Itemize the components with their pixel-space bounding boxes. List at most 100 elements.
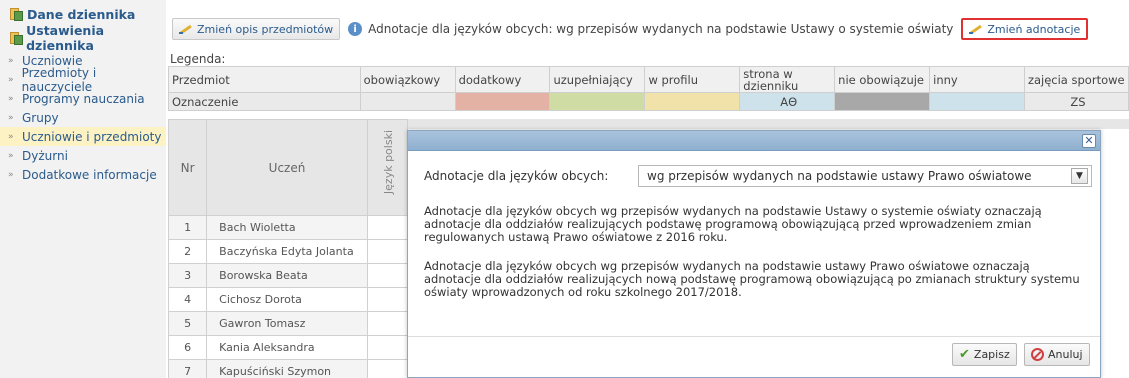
- row-nr: 6: [167, 335, 208, 360]
- row-lang-cell[interactable]: [366, 359, 409, 378]
- row-nr: 7: [167, 359, 208, 378]
- legend-label: Legenda:: [170, 52, 226, 66]
- table-row[interactable]: 1 Bach Wioletta: [167, 215, 409, 240]
- sidebar-item-label: Dyżurni: [22, 148, 68, 163]
- swatch-strona: AΘ: [739, 92, 836, 111]
- swatch-nie-obowiazuje: [834, 92, 931, 111]
- change-description-label: Zmień opis przedmiotów: [197, 22, 334, 36]
- toolbar: Zmień opis przedmiotów i Adnotacje dla j…: [172, 18, 1089, 40]
- double-chevron-icon: »: [8, 131, 14, 142]
- table-row[interactable]: 4 Cichosz Dorota: [167, 287, 409, 312]
- sidebar-item-dodatkowe[interactable]: » Dodatkowe informacje: [0, 165, 166, 184]
- dialog-divider: [408, 336, 1100, 337]
- swatch-dodatkowy: [454, 92, 551, 111]
- annotation-info-text: Adnotacje dla języków obcych: wg przepis…: [368, 22, 954, 36]
- swatch-obowiazkowy: [359, 92, 456, 111]
- double-chevron-icon: »: [8, 55, 14, 66]
- table-row[interactable]: 7 Kapuściński Szymon: [167, 359, 409, 378]
- sidebar-item-przedmioty[interactable]: » Przedmioty i nauczyciele: [0, 66, 166, 94]
- cancel-button[interactable]: Anuluj: [1024, 343, 1090, 366]
- row-student-name: Gawron Tomasz: [206, 311, 368, 336]
- row-nr: 5: [167, 311, 208, 336]
- double-chevron-icon: »: [8, 93, 14, 104]
- row-student-name: Cichosz Dorota: [206, 287, 368, 312]
- legend-marking-label: Oznaczenie: [168, 92, 361, 111]
- info-icon: i: [348, 22, 363, 36]
- row-nr: 2: [167, 239, 208, 264]
- legend-table: Przedmiot obowiązkowy dodatkowy uzupełni…: [168, 66, 1129, 111]
- swatch-inny: [929, 92, 1025, 111]
- save-label: Zapisz: [973, 348, 1010, 361]
- row-lang-cell[interactable]: [366, 263, 409, 288]
- change-description-button[interactable]: Zmień opis przedmiotów: [172, 18, 341, 40]
- cancel-label: Anuluj: [1048, 348, 1083, 361]
- sidebar-heading-ustawienia[interactable]: Ustawienia dziennika: [0, 23, 166, 53]
- annotation-field-label: Adnotacje dla języków obcych:: [424, 169, 609, 183]
- sidebar-item-label: Przedmioty i nauczyciele: [21, 65, 97, 94]
- sidebar-item-label: Uczniowie i przedmioty: [22, 129, 162, 144]
- row-student-name: Kapuściński Szymon: [206, 359, 368, 378]
- pencil-icon: [179, 24, 193, 34]
- annotation-select-value: wg przepisów wydanych na podstawie ustaw…: [647, 169, 1032, 183]
- chevron-down-icon[interactable]: ▼: [1071, 168, 1088, 184]
- double-chevron-icon: »: [8, 74, 14, 85]
- legend-header-strona: strona w dzienniku: [739, 66, 836, 93]
- sidebar-item-label: Dodatkowe informacje: [22, 167, 157, 182]
- lang-header-cell: Język polski: [366, 119, 409, 216]
- student-header: Uczeń: [206, 119, 368, 216]
- row-student-name: Baczyńska Edyta Jolanta: [206, 239, 368, 264]
- legend-header-obowiazkowy: obowiązkowy: [359, 66, 456, 93]
- legend-header-dodatkowy: dodatkowy: [454, 66, 551, 93]
- table-row[interactable]: 5 Gawron Tomasz: [167, 311, 409, 336]
- sidebar-item-programy[interactable]: » Programy nauczania: [0, 89, 166, 108]
- app-root: Dane dziennika Ustawienia dziennika » Uc…: [0, 0, 1129, 378]
- swatch-zajecia-sportowe: ZS: [1023, 92, 1129, 111]
- row-student-name: Kania Aleksandra: [206, 335, 368, 360]
- sidebar-heading-dane[interactable]: Dane dziennika: [0, 3, 166, 25]
- description-paragraph-2: Adnotacje dla języków obcych wg przepisó…: [424, 259, 1080, 299]
- row-nr: 3: [167, 263, 208, 288]
- legend-marking-row: Oznaczenie AΘ ZS: [168, 92, 1129, 111]
- row-student-name: Bach Wioletta: [206, 215, 368, 240]
- swatch-uzupelniajacy: [549, 92, 646, 111]
- lang-header: Język polski: [381, 130, 395, 195]
- dialog-titlebar: ✕: [408, 131, 1100, 151]
- save-button[interactable]: ✔ Zapisz: [952, 343, 1017, 366]
- students-table: Nr Uczeń Język polski 1 Bach Wioletta 2 …: [167, 119, 409, 378]
- close-icon[interactable]: ✕: [1082, 134, 1096, 148]
- cancel-icon: [1031, 348, 1044, 361]
- double-chevron-icon: »: [8, 169, 14, 180]
- legend-header-nie-obowiazuje: nie obowiązuje: [834, 66, 931, 93]
- legend-header-row: Przedmiot obowiązkowy dodatkowy uzupełni…: [168, 66, 1129, 93]
- students-header-row: Nr Uczeń Język polski: [167, 119, 409, 216]
- row-lang-cell[interactable]: [366, 239, 409, 264]
- row-lang-cell[interactable]: [366, 287, 409, 312]
- pencil-icon: [969, 24, 983, 34]
- row-lang-cell[interactable]: [366, 311, 409, 336]
- legend-header-zajecia-sportowe: zajęcia sportowe: [1023, 66, 1129, 93]
- row-lang-cell[interactable]: [366, 335, 409, 360]
- change-annotations-label: Zmień adnotacje: [987, 22, 1081, 36]
- legend-header-przedmiot: Przedmiot: [168, 66, 361, 93]
- row-nr: 4: [167, 287, 208, 312]
- swatch-w-profilu: [644, 92, 741, 111]
- table-row[interactable]: 3 Borowska Beata: [167, 263, 409, 288]
- table-row[interactable]: 2 Baczyńska Edyta Jolanta: [167, 239, 409, 264]
- sidebar: Dane dziennika Ustawienia dziennika » Uc…: [0, 0, 166, 378]
- sidebar-item-grupy[interactable]: » Grupy: [0, 108, 166, 127]
- change-annotations-button[interactable]: Zmień adnotacje: [961, 18, 1089, 40]
- annotation-select[interactable]: wg przepisów wydanych na podstawie ustaw…: [638, 165, 1092, 187]
- row-lang-cell[interactable]: [366, 215, 409, 240]
- sidebar-item-uczniowie-przedmioty[interactable]: » Uczniowie i przedmioty: [0, 127, 166, 146]
- row-student-name: Borowska Beata: [206, 263, 368, 288]
- double-chevron-icon: »: [8, 150, 14, 161]
- sidebar-item-dyzurni[interactable]: » Dyżurni: [0, 146, 166, 165]
- row-nr: 1: [167, 215, 208, 240]
- sidebar-item-label: Programy nauczania: [22, 91, 145, 106]
- sidebar-item-label: Grupy: [22, 110, 59, 125]
- checkmark-icon: ✔: [959, 347, 970, 362]
- table-row[interactable]: 6 Kania Aleksandra: [167, 335, 409, 360]
- legend-header-w-profilu: w profilu: [644, 66, 741, 93]
- nr-header: Nr: [167, 119, 208, 216]
- journal-settings-icon: [10, 31, 23, 45]
